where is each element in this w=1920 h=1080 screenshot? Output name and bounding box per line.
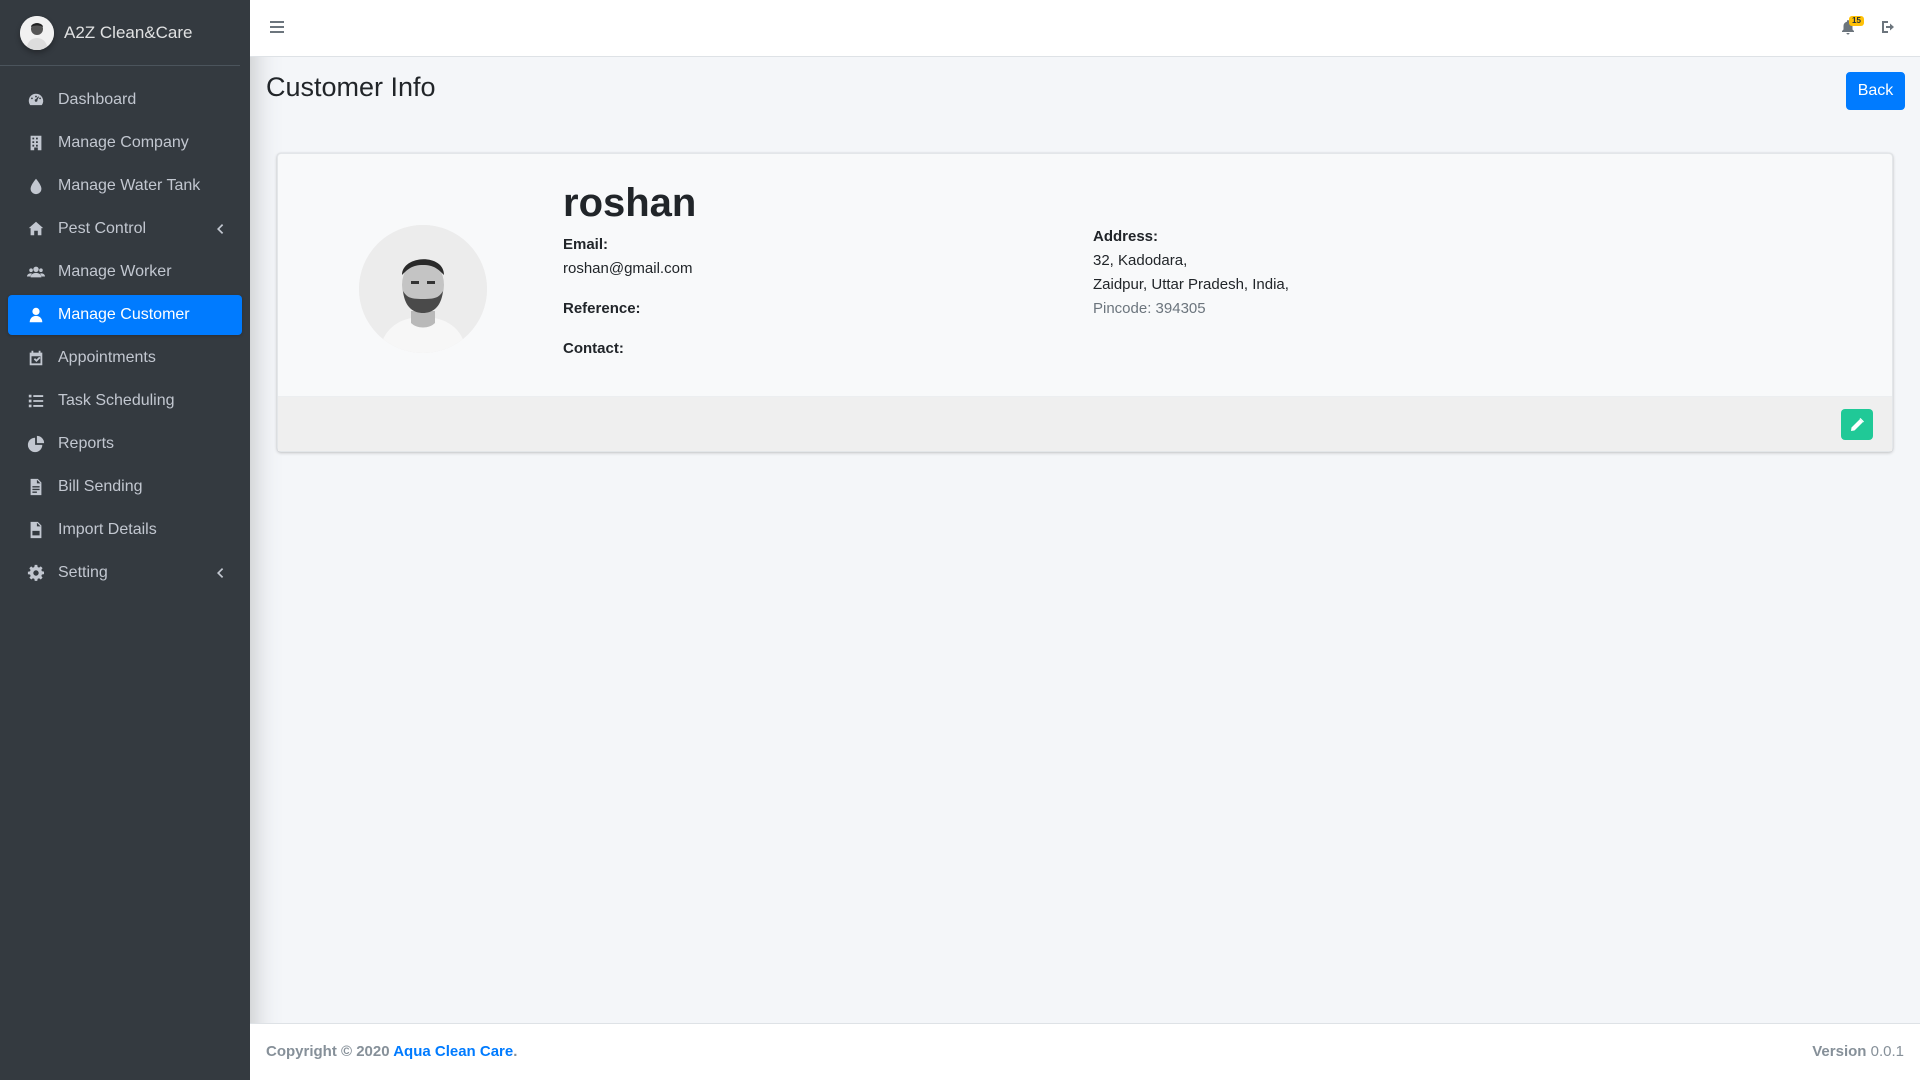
page-footer: Copyright © 2020 Aqua Clean Care. Versio… <box>250 1023 1920 1080</box>
pencil-icon <box>1851 417 1864 431</box>
card-footer <box>278 396 1892 451</box>
sidebar-item-pest-control[interactable]: Pest Control <box>8 209 242 249</box>
sidebar-item-manage-customer[interactable]: Manage Customer <box>8 295 242 335</box>
copyright: Copyright © 2020 Aqua Clean Care. <box>266 1043 517 1060</box>
calendar-check-icon <box>26 348 46 368</box>
sidebar-item-import-details[interactable]: Import Details <box>8 510 242 550</box>
back-button[interactable]: Back <box>1846 72 1905 110</box>
address-line-2: Zaidpur, Uttar Pradesh, India, <box>1093 276 1289 293</box>
chart-pie-icon <box>26 434 46 454</box>
pincode: Pincode: 394305 <box>1093 300 1206 317</box>
sidebar-item-label: Manage Customer <box>58 306 190 323</box>
address-line-1: 32, Kadodara, <box>1093 252 1188 269</box>
edit-button[interactable] <box>1841 409 1873 440</box>
contact-label: Contact: <box>563 340 624 357</box>
logout-icon[interactable] <box>1880 19 1898 37</box>
version-info: Version 0.0.1 <box>1812 1043 1904 1060</box>
brand-avatar <box>20 15 54 50</box>
chevron-left-icon <box>214 222 228 236</box>
version-number: 0.0.1 <box>1870 1043 1904 1060</box>
sidebar: A2Z Clean&Care Dashboard Manage Company … <box>0 0 250 1080</box>
company-link[interactable]: Aqua Clean Care <box>393 1043 513 1060</box>
customer-info-card: roshan Email: roshan@gmail.com Reference… <box>277 153 1893 452</box>
sidebar-nav: Dashboard Manage Company Manage Water Ta… <box>0 66 250 593</box>
dashboard-icon <box>26 90 46 110</box>
sidebar-item-dashboard[interactable]: Dashboard <box>8 80 242 120</box>
sidebar-item-label: Pest Control <box>58 220 147 237</box>
customer-avatar <box>359 225 487 353</box>
sidebar-item-setting[interactable]: Setting <box>8 553 242 593</box>
sidebar-item-label: Task Scheduling <box>58 392 175 409</box>
email-label: Email: <box>563 236 609 253</box>
user-icon <box>26 305 46 325</box>
gear-icon <box>26 563 46 583</box>
tasks-icon <box>26 391 46 411</box>
sidebar-item-reports[interactable]: Reports <box>8 424 242 464</box>
sidebar-item-label: Import Details <box>58 521 157 538</box>
page-title: Customer Info <box>266 72 436 102</box>
sidebar-item-label: Dashboard <box>58 91 137 108</box>
sidebar-item-bill-sending[interactable]: Bill Sending <box>8 467 242 507</box>
copyright-prefix: Copyright © 2020 <box>266 1043 394 1060</box>
address-label: Address: <box>1093 228 1159 245</box>
version-label: Version <box>1812 1043 1867 1060</box>
card-body: roshan Email: roshan@gmail.com Reference… <box>278 154 1892 397</box>
sidebar-item-manage-water-tank[interactable]: Manage Water Tank <box>8 166 242 206</box>
reference-label: Reference: <box>563 300 641 317</box>
chevron-left-icon <box>214 566 228 580</box>
file-invoice-icon <box>26 477 46 497</box>
sidebar-item-label: Appointments <box>58 349 156 366</box>
topbar: 15 <box>250 0 1920 57</box>
sidebar-item-label: Bill Sending <box>58 478 143 495</box>
brand-title: A2Z Clean&Care <box>64 22 193 42</box>
home-icon <box>26 219 46 239</box>
file-csv-icon <box>26 520 46 540</box>
notification-count-badge: 15 <box>1849 16 1864 26</box>
water-drop-icon <box>26 176 46 196</box>
email-value: roshan@gmail.com <box>563 260 693 277</box>
sidebar-item-label: Reports <box>58 435 115 452</box>
sidebar-item-task-scheduling[interactable]: Task Scheduling <box>8 381 242 421</box>
sidebar-item-manage-company[interactable]: Manage Company <box>8 123 242 163</box>
sidebar-item-label: Manage Company <box>58 134 189 151</box>
sidebar-item-label: Manage Water Tank <box>58 177 201 194</box>
notification-bell-icon[interactable]: 15 <box>1840 16 1864 37</box>
hamburger-menu-icon[interactable] <box>270 18 290 38</box>
copyright-suffix: . <box>513 1043 518 1060</box>
building-icon <box>26 133 46 153</box>
sidebar-item-label: Setting <box>58 564 108 581</box>
customer-name: roshan <box>563 181 697 225</box>
sidebar-item-manage-worker[interactable]: Manage Worker <box>8 252 242 292</box>
sidebar-item-label: Manage Worker <box>58 263 172 280</box>
users-icon <box>26 262 46 282</box>
brand[interactable]: A2Z Clean&Care <box>0 0 240 66</box>
sidebar-item-appointments[interactable]: Appointments <box>8 338 242 378</box>
